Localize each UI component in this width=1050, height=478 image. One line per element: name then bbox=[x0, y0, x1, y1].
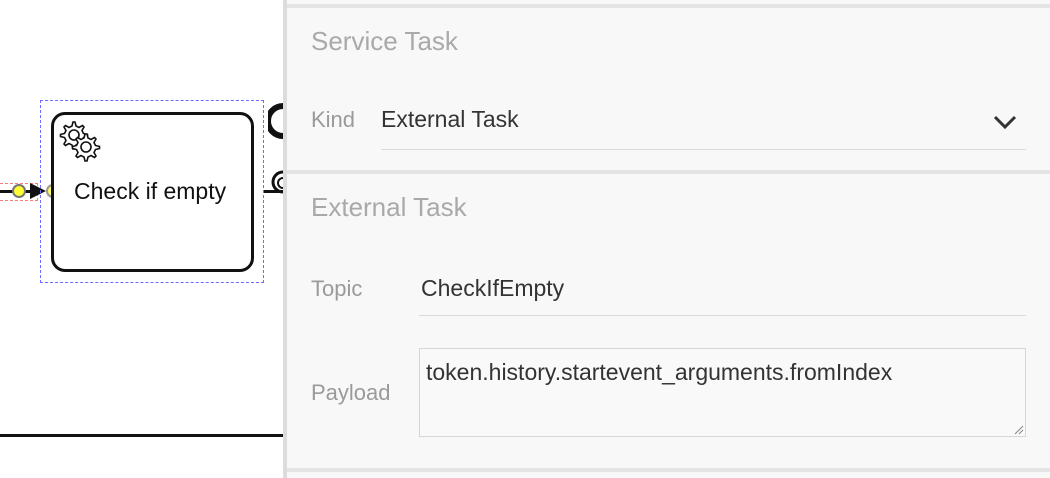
kind-select[interactable]: External Task bbox=[381, 100, 1026, 150]
bottom-flow-line[interactable] bbox=[0, 434, 290, 437]
service-task-group-title: Service Task bbox=[311, 26, 458, 56]
group-separator bbox=[287, 170, 1050, 174]
external-task-group-title: External Task bbox=[311, 192, 467, 222]
topic-input[interactable]: CheckIfEmpty bbox=[419, 264, 1026, 316]
group-separator bbox=[287, 4, 1050, 8]
kind-select-value: External Task bbox=[381, 106, 519, 132]
properties-panel: Service Task Kind External Task External… bbox=[283, 0, 1050, 478]
group-separator bbox=[287, 468, 1050, 472]
gear-icon bbox=[59, 121, 101, 162]
topic-input-value: CheckIfEmpty bbox=[421, 275, 565, 301]
payload-label: Payload bbox=[311, 380, 391, 405]
context-pad-icon bbox=[268, 103, 284, 194]
resize-handle-icon[interactable] bbox=[1014, 425, 1024, 435]
payload-textarea[interactable]: token.history.startevent_arguments.fromI… bbox=[419, 348, 1026, 437]
kind-label: Kind bbox=[311, 107, 356, 132]
chevron-down-icon[interactable] bbox=[992, 112, 1018, 132]
task-label: Check if empty bbox=[74, 178, 227, 204]
topic-label: Topic bbox=[311, 276, 363, 301]
connection-point-start[interactable] bbox=[12, 184, 26, 198]
payload-textarea-value: token.history.startevent_arguments.fromI… bbox=[426, 359, 893, 385]
